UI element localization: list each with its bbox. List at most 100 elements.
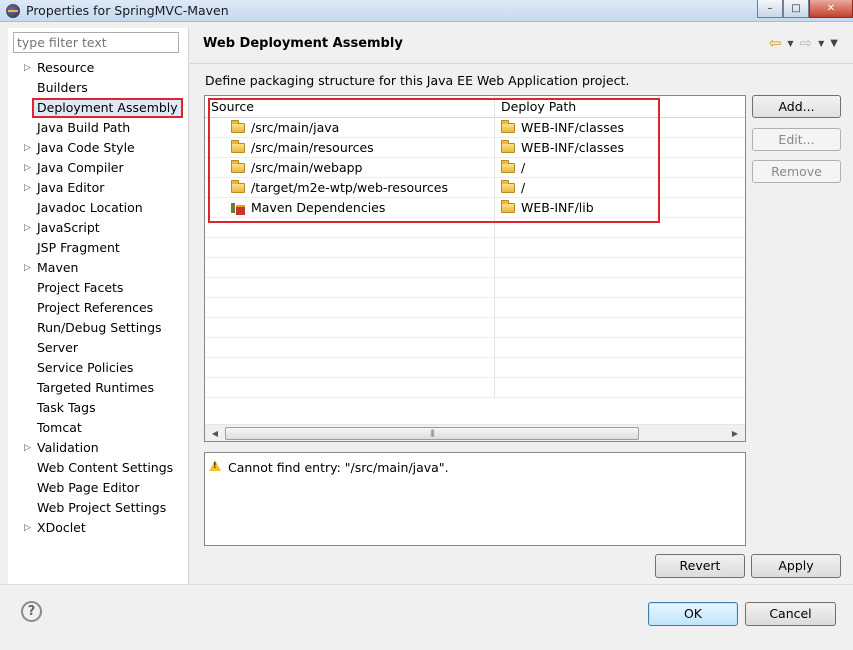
scroll-left-icon[interactable]: ◀ — [207, 426, 223, 441]
empty-cell — [495, 358, 745, 378]
tree-item-web-project-settings[interactable]: Web Project Settings — [8, 498, 189, 518]
tree-item-java-code-style[interactable]: ▷ Java Code Style — [8, 138, 189, 158]
tree-item-label: Tomcat — [37, 420, 82, 435]
tree-item-label: Run/Debug Settings — [37, 320, 162, 335]
source-cell: /src/main/resources — [205, 138, 495, 158]
empty-cell — [205, 218, 495, 238]
tree-item-label: Builders — [37, 80, 88, 95]
tree-item-tomcat[interactable]: Tomcat — [8, 418, 189, 438]
tree-item-javascript[interactable]: ▷ JavaScript — [8, 218, 189, 238]
tree-item-web-page-editor[interactable]: Web Page Editor — [8, 478, 189, 498]
tree-item-builders[interactable]: Builders — [8, 78, 189, 98]
tree-item-java-build-path[interactable]: Java Build Path — [8, 118, 189, 138]
table-body: /src/main/java WEB-INF/classes /src/main… — [205, 118, 745, 398]
view-menu-icon[interactable]: ▼ — [830, 38, 838, 49]
chevron-down-icon[interactable]: ▼ — [787, 39, 793, 48]
cancel-button[interactable]: Cancel — [745, 602, 836, 626]
expand-icon[interactable]: ▷ — [24, 158, 32, 178]
forward-arrow-icon[interactable]: ⇨ — [800, 34, 813, 52]
expand-icon[interactable]: ▷ — [24, 178, 32, 198]
expand-icon[interactable]: ▷ — [24, 438, 32, 458]
table-row[interactable]: /src/main/webapp / — [205, 158, 745, 178]
tree-item-web-content-settings[interactable]: Web Content Settings — [8, 458, 189, 478]
tree-item-xdoclet[interactable]: ▷ XDoclet — [8, 518, 189, 538]
tree-item-label: Project References — [37, 300, 154, 315]
tree-item-task-tags[interactable]: Task Tags — [8, 398, 189, 418]
maximize-icon[interactable]: □ — [783, 0, 809, 18]
tree-item-resource[interactable]: ▷ Resource — [8, 58, 189, 78]
tree-item-targeted-runtimes[interactable]: Targeted Runtimes — [8, 378, 189, 398]
tree-item-java-compiler[interactable]: ▷ Java Compiler — [8, 158, 189, 178]
horizontal-scrollbar[interactable]: ◀ ||| ▶ — [205, 424, 745, 441]
deploy-path: / — [521, 180, 526, 195]
empty-row — [205, 278, 745, 298]
empty-cell — [205, 258, 495, 278]
column-header-source[interactable]: Source — [205, 96, 495, 118]
revert-button[interactable]: Revert — [655, 554, 745, 578]
table-row[interactable]: /src/main/resources WEB-INF/classes — [205, 138, 745, 158]
deploy-cell: / — [495, 158, 745, 178]
tree-item-deployment-assembly[interactable]: Deployment Assembly — [8, 98, 189, 118]
message-area: ! Cannot find entry: "/src/main/java". — [204, 452, 746, 546]
close-icon[interactable]: ✕ — [809, 0, 853, 18]
edit-button[interactable]: Edit... — [752, 128, 841, 151]
empty-cell — [495, 238, 745, 258]
help-icon[interactable]: ? — [21, 601, 42, 622]
tree-item-server[interactable]: Server — [8, 338, 189, 358]
table-row[interactable]: /src/main/java WEB-INF/classes — [205, 118, 745, 138]
tree-item-label: JSP Fragment — [37, 240, 120, 255]
apply-button[interactable]: Apply — [751, 554, 841, 578]
empty-cell — [205, 298, 495, 318]
tree-item-label: Validation — [37, 440, 99, 455]
library-icon — [231, 202, 246, 215]
tree-item-validation[interactable]: ▷ Validation — [8, 438, 189, 458]
footer-divider — [0, 584, 853, 585]
tree-item-label: Targeted Runtimes — [37, 380, 154, 395]
empty-cell — [495, 218, 745, 238]
window-title: Properties for SpringMVC-Maven — [26, 3, 229, 18]
tree-item-service-policies[interactable]: Service Policies — [8, 358, 189, 378]
minimize-icon[interactable]: – — [757, 0, 783, 18]
empty-row — [205, 378, 745, 398]
empty-cell — [495, 298, 745, 318]
tree-item-javadoc-location[interactable]: Javadoc Location — [8, 198, 189, 218]
tree-item-label: Java Editor — [37, 180, 105, 195]
tree-item-project-references[interactable]: Project References — [8, 298, 189, 318]
source-path: /src/main/resources — [251, 140, 374, 155]
expand-icon[interactable]: ▷ — [24, 58, 32, 78]
tree-item-java-editor[interactable]: ▷ Java Editor — [8, 178, 189, 198]
chevron-down-icon[interactable]: ▼ — [818, 39, 824, 48]
expand-icon[interactable]: ▷ — [24, 258, 32, 278]
expand-icon[interactable]: ▷ — [24, 218, 32, 238]
back-arrow-icon[interactable]: ⇦ — [769, 34, 782, 52]
tree-item-jsp-fragment[interactable]: JSP Fragment — [8, 238, 189, 258]
tree-item-run-debug-settings[interactable]: Run/Debug Settings — [8, 318, 189, 338]
tree-item-label: Java Build Path — [37, 120, 131, 135]
ok-button[interactable]: OK — [648, 602, 738, 626]
table-row[interactable]: /target/m2e-wtp/web-resources / — [205, 178, 745, 198]
source-cell: /src/main/java — [205, 118, 495, 138]
tree-item-label: Maven — [37, 260, 79, 275]
empty-row — [205, 238, 745, 258]
add-button[interactable]: Add... — [752, 95, 841, 118]
column-header-deploy-path[interactable]: Deploy Path — [495, 96, 745, 118]
table-row[interactable]: Maven Dependencies WEB-INF/lib — [205, 198, 745, 218]
tree-item-label: Web Project Settings — [37, 500, 167, 515]
scroll-right-icon[interactable]: ▶ — [727, 426, 743, 441]
empty-cell — [495, 318, 745, 338]
window-controls: – □ ✕ — [757, 0, 853, 18]
scrollbar-thumb[interactable]: ||| — [225, 427, 639, 440]
empty-cell — [205, 358, 495, 378]
source-path: /target/m2e-wtp/web-resources — [251, 180, 448, 195]
tree-item-maven[interactable]: ▷ Maven — [8, 258, 189, 278]
tree-item-project-facets[interactable]: Project Facets — [8, 278, 189, 298]
expand-icon[interactable]: ▷ — [24, 518, 32, 538]
expand-icon[interactable]: ▷ — [24, 138, 32, 158]
filter-input[interactable] — [13, 32, 179, 53]
deploy-path: / — [521, 160, 526, 175]
empty-row — [205, 318, 745, 338]
remove-button[interactable]: Remove — [752, 160, 841, 183]
deploy-cell: / — [495, 178, 745, 198]
header-divider — [190, 63, 853, 64]
empty-cell — [205, 238, 495, 258]
